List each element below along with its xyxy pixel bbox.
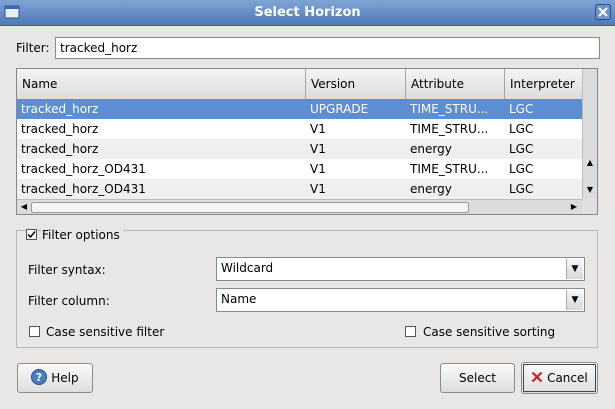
cell-attribute: energy [410,142,452,156]
cell-interpreter: LGC [509,162,534,176]
table-row[interactable]: tracked_horz UPGRADE TIME_STRU... LGC [17,99,582,119]
cancel-button-label: Cancel [547,371,588,385]
cell-name: tracked_horz [21,122,99,136]
window-title: Select Horizon [254,5,361,20]
table-row[interactable]: tracked_horz_OD431 V1 energy LGC [17,179,582,199]
scroll-right-icon[interactable]: ▶ [568,201,580,213]
column-header-name[interactable]: Name [17,69,306,99]
cell-version: V1 [310,162,326,176]
cell-name: tracked_horz_OD431 [21,182,146,196]
cell-version: UPGRADE [310,102,369,116]
cell-name: tracked_horz_OD431 [21,162,146,176]
chevron-down-icon[interactable]: ▼ [566,259,583,279]
select-button-label: Select [458,371,497,385]
column-header-attribute[interactable]: Attribute [406,69,505,99]
case-sensitive-sorting-label: Case sensitive sorting [423,325,556,339]
scroll-up-icon[interactable]: ▲ [584,157,596,169]
close-icon[interactable] [595,4,611,20]
cell-attribute: TIME_STRU... [410,102,489,116]
filter-options-label: Filter options [42,228,123,242]
cell-version: V1 [310,122,326,136]
filter-column-select[interactable]: Name ▼ [216,288,585,312]
table-row[interactable]: tracked_horz_OD431 V1 TIME_STRU... LGC [17,159,582,179]
filter-syntax-select[interactable]: Wildcard ▼ [216,257,585,281]
cancel-icon [531,371,543,383]
case-sensitive-sorting-checkbox[interactable] [405,326,416,337]
scroll-corner [582,199,597,214]
select-button[interactable]: Select [440,363,515,393]
case-sensitive-filter-label: Case sensitive filter [46,325,165,339]
cell-interpreter: LGC [509,142,534,156]
cancel-button[interactable]: Cancel [521,362,598,394]
filter-column-value: Name [221,292,257,306]
cell-name: tracked_horz [21,142,99,156]
table-header: Name Version Attribute Interpreter [17,69,582,100]
cell-attribute: TIME_STRU... [410,122,489,136]
cell-name: tracked_horz [21,102,99,116]
cell-interpreter: LGC [509,122,534,136]
title-bar[interactable]: Select Horizon [0,0,615,26]
table-row[interactable]: tracked_horz V1 TIME_STRU... LGC [17,119,582,139]
filter-syntax-value: Wildcard [221,261,274,275]
scroll-left-icon[interactable]: ◀ [18,201,30,213]
column-header-interpreter[interactable]: Interpreter [505,69,582,99]
filter-label: Filter: [16,41,50,55]
filter-input[interactable]: tracked_horz [55,37,600,59]
help-icon: ? [31,369,48,385]
filter-column-label: Filter column: [28,294,110,308]
help-button-label: Help [51,371,79,385]
cell-version: V1 [310,182,326,196]
case-sensitive-filter-checkbox[interactable] [29,326,40,337]
cell-version: V1 [310,142,326,156]
help-button[interactable]: ? Help [17,363,93,393]
horizontal-scrollbar[interactable]: ◀ ▶ [17,199,582,214]
chevron-down-icon[interactable]: ▼ [566,290,583,310]
horizon-table[interactable]: Name Version Attribute Interpreter track… [16,68,598,215]
scroll-down-icon[interactable]: ▼ [584,184,596,196]
svg-text:?: ? [36,371,42,384]
filter-syntax-label: Filter syntax: [28,263,106,277]
horizontal-scroll-thumb[interactable] [31,202,469,213]
cell-attribute: energy [410,182,452,196]
column-header-version[interactable]: Version [306,69,406,99]
table-row[interactable]: tracked_horz V1 energy LGC [17,139,582,159]
cell-attribute: TIME_STRU... [410,162,489,176]
checkmark-icon [26,229,37,240]
cell-interpreter: LGC [509,182,534,196]
cell-interpreter: LGC [509,102,534,116]
vertical-scrollbar[interactable]: ▲ ▼ [582,69,597,200]
filter-options-checkbox[interactable] [26,229,37,240]
